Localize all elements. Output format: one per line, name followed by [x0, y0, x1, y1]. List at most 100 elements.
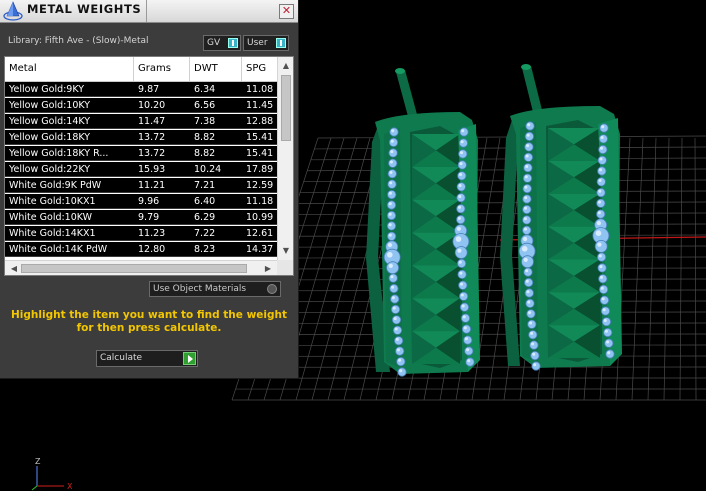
calculate-label: Calculate — [100, 353, 143, 363]
metal-weights-table[interactable]: Metal Grams DWT SPG Yellow Gold:9KY 9.87 6… — [4, 56, 294, 276]
gem-highlight — [600, 146, 603, 150]
pave-gem — [464, 346, 474, 356]
pave-gem — [456, 215, 466, 225]
use-object-materials-option[interactable]: Use Object Materials — [149, 281, 281, 297]
gem-highlight — [607, 351, 611, 355]
horizontal-scroll-thumb[interactable] — [21, 264, 247, 273]
gem-highlight — [463, 326, 467, 330]
gem-highlight — [524, 206, 527, 210]
pave-gem — [457, 160, 467, 170]
grid-line — [267, 289, 706, 292]
cell-spg: 11.45 — [246, 100, 274, 111]
gem-highlight — [597, 242, 602, 247]
cell-metal: Yellow Gold:10KY — [9, 100, 91, 111]
gv-toggle[interactable]: GV — [203, 35, 241, 51]
table-row[interactable]: White Gold:14K PdW 12.80 8.23 14.37 — [5, 242, 277, 257]
gem-highlight — [603, 319, 607, 322]
column-header-metal[interactable]: Metal — [5, 57, 134, 81]
earring-post — [522, 66, 543, 116]
gem-highlight — [597, 211, 601, 215]
gem-highlight — [457, 248, 462, 253]
pave-gem — [458, 280, 468, 290]
grid-line — [278, 256, 706, 259]
toggle-on-icon — [228, 38, 238, 48]
cell-metal: Yellow Gold:9KY — [9, 84, 85, 95]
pave-gem — [463, 335, 473, 345]
table-row[interactable]: White Gold:10KX1 9.96 6.40 11.18 — [5, 194, 277, 209]
table-row[interactable]: Yellow Gold:10KY 10.20 6.56 11.45 — [5, 98, 277, 113]
gem-highlight — [600, 136, 604, 139]
scroll-down-icon[interactable]: ▼ — [278, 244, 293, 258]
vertical-scrollbar[interactable]: ▲ ▼ — [277, 57, 293, 260]
pave-gem — [596, 209, 606, 219]
scroll-right-icon[interactable]: ▶ — [261, 261, 275, 275]
gem-highlight — [388, 223, 392, 227]
column-header-dwt[interactable]: DWT — [190, 57, 242, 81]
pave-gem — [529, 340, 539, 350]
gem-highlight — [393, 317, 397, 321]
table-row[interactable]: Yellow Gold:18KY 13.72 8.82 15.41 — [5, 130, 277, 145]
metal-weights-panel: METAL WEIGHTS ✕ Library: Fifth Ave - (Sl… — [0, 0, 299, 379]
pave-gem — [460, 313, 471, 323]
cell-spg: 15.41 — [246, 148, 274, 159]
gem-highlight — [527, 300, 531, 304]
table-row[interactable]: White Gold:9K PdW 11.21 7.21 12.59 — [5, 178, 277, 193]
pave-gem — [459, 302, 470, 312]
cell-spg: 12.88 — [246, 116, 274, 127]
column-header-spg[interactable]: SPG — [242, 57, 282, 81]
earring-model-right[interactable] — [500, 64, 622, 371]
cell-metal: White Gold:14KX1 — [9, 228, 96, 239]
scroll-left-icon[interactable]: ◀ — [7, 261, 21, 275]
pave-gem — [386, 210, 397, 221]
gem-highlight — [528, 311, 532, 315]
table-row[interactable]: Yellow Gold:14KY 11.47 7.38 12.88 — [5, 114, 277, 129]
use-object-materials-label: Use Object Materials — [153, 284, 247, 294]
radio-icon[interactable] — [267, 284, 277, 294]
cell-metal: Yellow Gold:18KY — [9, 132, 91, 143]
user-toggle[interactable]: User — [243, 35, 289, 51]
table-row[interactable]: White Gold:14KX1 11.23 7.22 12.61 — [5, 226, 277, 241]
horizontal-scrollbar[interactable]: ◀ ▶ — [5, 260, 277, 275]
calculate-button[interactable]: Calculate — [96, 350, 198, 367]
gem-highlight — [521, 246, 528, 252]
y-axis-gizmo-line — [31, 485, 38, 491]
gem-highlight — [459, 162, 463, 166]
pave-gem — [388, 273, 398, 283]
gem-highlight — [389, 171, 393, 174]
pave-gem — [388, 148, 398, 158]
table-row[interactable]: Yellow Gold:22KY 15.93 10.24 17.89 — [5, 162, 277, 177]
gem-highlight — [596, 221, 602, 226]
gem-highlight — [464, 337, 468, 341]
earring-post — [396, 70, 418, 120]
earring-model-left[interactable] — [366, 68, 480, 377]
pave-gem — [397, 367, 407, 377]
pave-gem — [605, 349, 615, 359]
cell-dwt: 8.82 — [194, 132, 216, 143]
gem-highlight — [532, 352, 536, 356]
close-icon[interactable]: ✕ — [279, 4, 294, 19]
pave-gem — [392, 325, 403, 335]
pave-gem — [386, 200, 397, 210]
cell-grams: 13.72 — [138, 148, 166, 159]
gem-highlight — [523, 257, 528, 262]
table-row[interactable]: Yellow Gold:9KY 9.87 6.34 11.08 — [5, 82, 277, 97]
gem-highlight — [524, 185, 528, 189]
column-header-grams[interactable]: Grams — [134, 57, 190, 81]
gem-highlight — [525, 279, 529, 283]
pave-gem — [527, 319, 537, 329]
pave-gem — [596, 188, 606, 198]
pave-gem — [456, 193, 466, 203]
grid-line — [289, 223, 706, 226]
cell-grams: 9.87 — [138, 84, 160, 95]
table-row[interactable]: White Gold:10KW 9.79 6.29 10.99 — [5, 210, 277, 225]
cell-dwt: 8.82 — [194, 148, 216, 159]
table-row[interactable]: Yellow Gold:18KY R... 13.72 8.82 15.41 — [5, 146, 277, 161]
panel-title-bar[interactable]: METAL WEIGHTS ✕ — [0, 0, 298, 23]
cell-spg: 17.89 — [246, 164, 274, 175]
vertical-scroll-thumb[interactable] — [281, 75, 291, 141]
gem-highlight — [460, 293, 464, 297]
cell-metal: Yellow Gold:14KY — [9, 116, 91, 127]
scroll-up-icon[interactable]: ▲ — [278, 59, 293, 73]
pave-gem — [458, 149, 468, 159]
cell-grams: 11.21 — [138, 180, 166, 191]
